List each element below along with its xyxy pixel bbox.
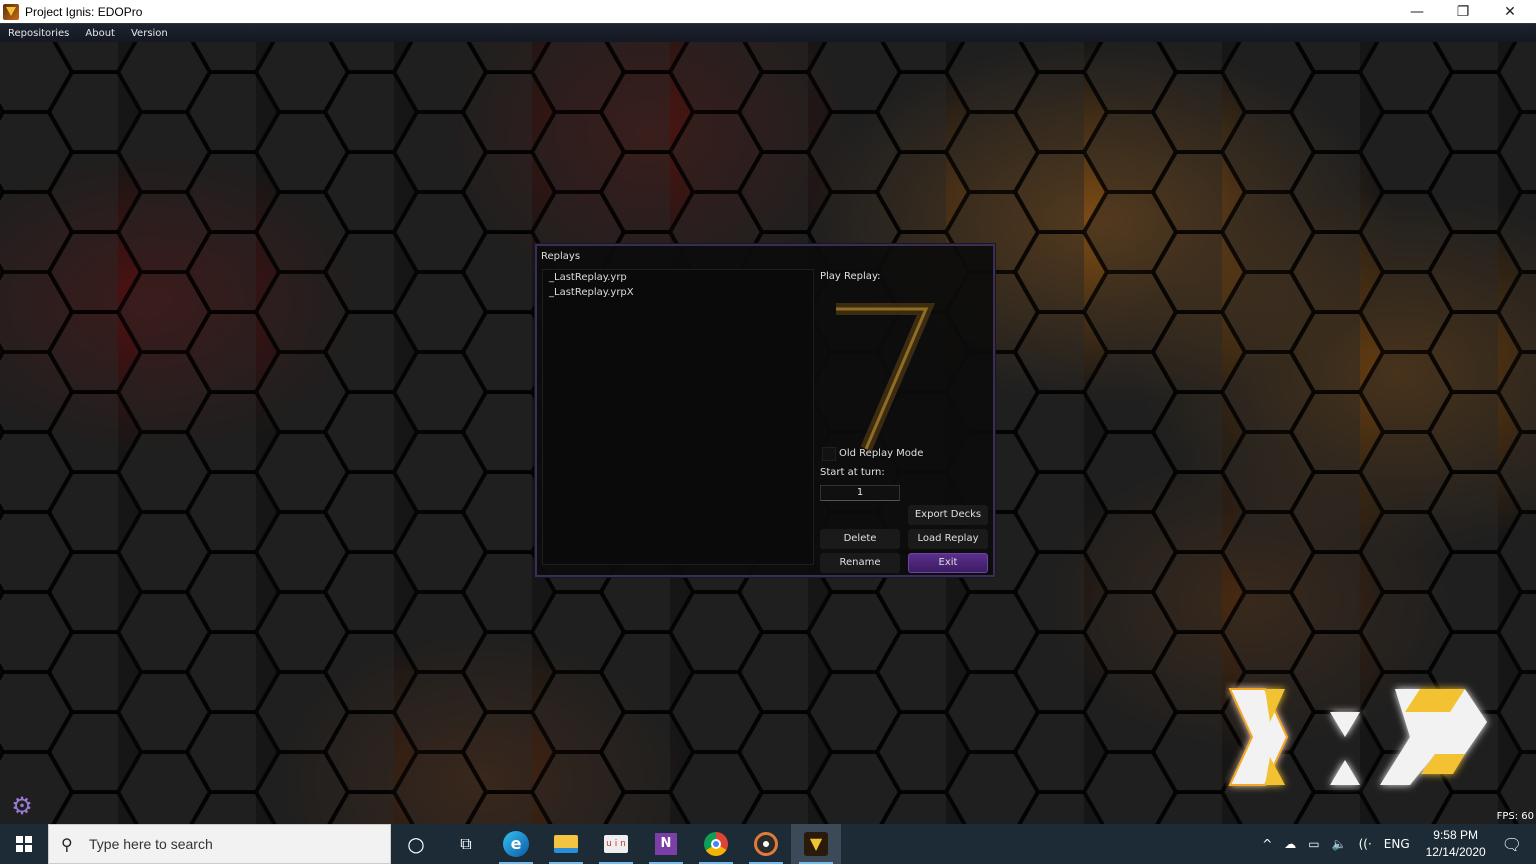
edge-icon: e <box>503 831 529 857</box>
load-replay-button[interactable]: Load Replay <box>908 529 988 549</box>
clock-time: 9:58 PM <box>1433 828 1478 842</box>
app-icon <box>3 3 19 20</box>
system-tray: ^ ☁ ▭ 🔈 ((· ENG 9:58 PM 12/14/2020 🗨 <box>1256 824 1536 864</box>
replay-list-item[interactable]: _LastReplay.yrpX <box>543 285 813 300</box>
taskbar-app-chrome[interactable] <box>691 824 741 864</box>
menu-repositories[interactable]: Repositories <box>0 28 77 39</box>
restore-icon: ❐ <box>1456 3 1470 20</box>
old-replay-mode-checkbox[interactable] <box>822 447 836 461</box>
replay-info-panel: Play Replay: Old Replay Mode Start at tu… <box>816 269 992 575</box>
export-decks-button[interactable]: Export Decks <box>908 505 988 525</box>
search-placeholder: Type here to search <box>89 836 213 852</box>
task-view-icon: ⧉ <box>460 834 472 853</box>
battery-icon[interactable]: ▭ <box>1308 837 1319 851</box>
close-button[interactable]: ✕ <box>1487 0 1533 23</box>
fps-counter: FPS: 60 <box>1496 811 1534 822</box>
language-indicator[interactable]: ENG <box>1384 837 1410 851</box>
start-turn-input[interactable]: 1 <box>820 485 900 501</box>
settings-gear-icon[interactable]: ⚙ <box>10 794 34 818</box>
menu-about[interactable]: About <box>77 28 123 39</box>
window-title: Project Ignis: EDOPro <box>25 4 143 19</box>
windows-logo-icon <box>16 836 32 852</box>
clock-date: 12/14/2020 <box>1425 845 1486 859</box>
xyz-logo <box>1228 688 1487 786</box>
cortana-button[interactable]: ○ <box>391 824 441 864</box>
close-icon: ✕ <box>1504 3 1516 20</box>
taskbar-app-file-explorer[interactable] <box>541 824 591 864</box>
task-view-button[interactable]: ⧉ <box>441 824 491 864</box>
onedrive-cloud-icon[interactable]: ☁ <box>1284 837 1296 851</box>
windows-taskbar: ⚲ Type here to search ○ ⧉ e u i n N ▼ ^ … <box>0 824 1536 864</box>
clock[interactable]: 9:58 PM 12/14/2020 <box>1426 827 1486 861</box>
start-button[interactable] <box>0 824 48 864</box>
volume-icon[interactable]: 🔈 <box>1332 837 1347 851</box>
exit-button[interactable]: Exit <box>908 553 988 573</box>
taskbar-search-box[interactable]: ⚲ Type here to search <box>48 824 391 864</box>
taskbar-app-keyboard[interactable]: u i n <box>591 824 641 864</box>
cortana-icon: ○ <box>407 832 425 856</box>
replay-list-item[interactable]: _LastReplay.yrp <box>543 270 813 285</box>
play-replay-label: Play Replay: <box>820 271 881 282</box>
taskbar-app-edopro[interactable]: ▼ <box>791 824 841 864</box>
replay-list[interactable]: _LastReplay.yrp _LastReplay.yrpX <box>542 269 814 565</box>
minimize-icon: — <box>1410 3 1424 20</box>
menu-bar: Repositories About Version <box>0 23 1536 42</box>
edopro-icon: ▼ <box>804 832 828 856</box>
menu-version[interactable]: Version <box>123 28 176 39</box>
wifi-icon[interactable]: ((· <box>1359 837 1372 851</box>
show-hidden-icons-chevron-icon[interactable]: ^ <box>1262 837 1272 851</box>
keyboard-app-icon: u i n <box>604 835 628 853</box>
search-icon: ⚲ <box>61 834 73 854</box>
replays-dialog: Replays _LastReplay.yrp _LastReplay.yrpX… <box>535 244 995 577</box>
rename-button[interactable]: Rename <box>820 553 900 573</box>
file-explorer-icon <box>554 835 578 853</box>
game-background: ⚙ FPS: 60 Replays _LastReplay.yrp _LastR… <box>0 42 1536 824</box>
start-turn-label: Start at turn: <box>820 467 885 478</box>
onenote-icon: N <box>655 833 677 855</box>
taskbar-app-groove[interactable] <box>741 824 791 864</box>
delete-button[interactable]: Delete <box>820 529 900 549</box>
groove-music-icon <box>754 832 778 856</box>
taskbar-app-edge[interactable]: e <box>491 824 541 864</box>
taskbar-app-onenote[interactable]: N <box>641 824 691 864</box>
window-title-bar: Project Ignis: EDOPro — ❐ ✕ <box>0 0 1536 23</box>
minimize-button[interactable]: — <box>1394 0 1440 23</box>
chrome-icon <box>704 832 728 856</box>
dialog-title: Replays <box>541 251 581 262</box>
notification-center-icon[interactable]: 🗨 <box>1502 835 1522 854</box>
maximize-button[interactable]: ❐ <box>1440 0 1486 23</box>
old-replay-mode-label: Old Replay Mode <box>839 448 924 459</box>
